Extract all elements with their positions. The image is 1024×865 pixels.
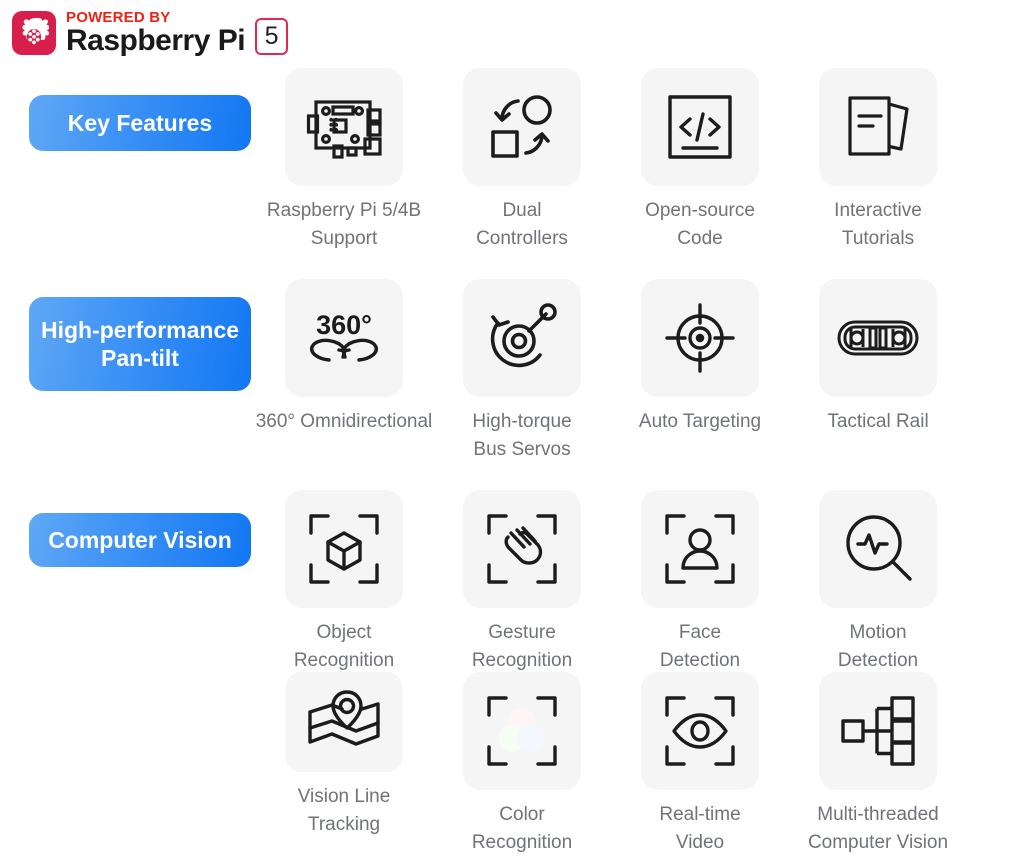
map-pin-icon [286, 672, 402, 772]
brand-wordmark: POWERED BY Raspberry Pi [66, 9, 246, 57]
feature-caption: Raspberry Pi 5/4B Support [266, 200, 422, 250]
feature-caption: Real-time Video [659, 804, 741, 854]
circuit-board-icon [285, 68, 403, 186]
code-brackets-icon [641, 68, 759, 186]
feature-caption: Gesture Recognition [471, 622, 573, 672]
crosshair-target-icon [641, 279, 759, 397]
person-scan-icon [641, 490, 759, 608]
product-name: Raspberry Pi [66, 24, 246, 57]
feature-cell-interactive-tutorials[interactable]: Interactive Tutorials [789, 68, 967, 253]
model-number-badge: 5 [255, 18, 289, 55]
feature-cell-real-time-video[interactable]: Real-time Video [611, 672, 789, 857]
feature-cell-multi-threaded-cv[interactable]: Multi-threaded Computer Vision [789, 672, 967, 857]
raspberry-pi-logo-icon [12, 11, 56, 55]
feature-caption: Motion Detection [837, 622, 919, 672]
hand-gesture-scan-icon [463, 490, 581, 608]
servo-torque-icon [463, 279, 581, 397]
feature-caption: Color Recognition [471, 804, 573, 854]
feature-caption: Open-source Code [645, 200, 755, 250]
cube-scan-icon [285, 490, 403, 608]
feature-cell-high-torque-servos[interactable]: High-torque Bus Servos [433, 279, 611, 464]
dual-controllers-icon [463, 68, 581, 186]
360-rotation-icon: 360° [285, 279, 403, 397]
svg-text:360°: 360° [316, 310, 372, 340]
eye-scan-icon [641, 672, 759, 790]
feature-cell-vision-line-tracking[interactable]: Vision Line Tracking [255, 672, 433, 839]
pulse-magnifier-icon [819, 490, 937, 608]
powered-by-label: POWERED BY [66, 9, 171, 26]
brand-header: POWERED BY Raspberry Pi 5 [12, 9, 289, 57]
feature-caption: Tactical Rail [827, 411, 929, 432]
feature-cell-color-recognition[interactable]: Color Recognition [433, 672, 611, 857]
feature-caption: Interactive Tutorials [834, 200, 922, 250]
feature-cell-object-recognition[interactable]: Object Recognition [255, 490, 433, 675]
feature-cell-open-source-code[interactable]: Open-source Code [611, 68, 789, 253]
documents-icon [819, 68, 937, 186]
node-tree-icon [819, 672, 937, 790]
feature-cell-gesture-recognition[interactable]: Gesture Recognition [433, 490, 611, 675]
tactical-rail-icon [819, 279, 937, 397]
feature-cell-face-detection[interactable]: Face Detection [611, 490, 789, 675]
feature-cell-dual-controllers[interactable]: Dual Controllers [433, 68, 611, 253]
feature-caption: Dual Controllers [476, 200, 568, 250]
feature-caption: Face Detection [659, 622, 741, 672]
feature-caption: Vision Line Tracking [297, 786, 391, 836]
rgb-circles-scan-icon [463, 672, 581, 790]
feature-caption: Object Recognition [293, 622, 395, 672]
feature-caption: Multi-threaded Computer Vision [807, 804, 949, 854]
feature-cell-motion-detection[interactable]: Motion Detection [789, 490, 967, 675]
feature-caption: High-torque Bus Servos [472, 411, 572, 461]
section-badge-key-features[interactable]: Key Features [29, 95, 251, 151]
section-badge-computer-vision[interactable]: Computer Vision [29, 513, 251, 567]
feature-cell-rpi-support[interactable]: Raspberry Pi 5/4B Support [255, 68, 433, 253]
feature-cell-auto-targeting[interactable]: Auto Targeting [611, 279, 789, 436]
feature-cell-tactical-rail[interactable]: Tactical Rail [789, 279, 967, 436]
feature-caption: Auto Targeting [638, 411, 762, 432]
